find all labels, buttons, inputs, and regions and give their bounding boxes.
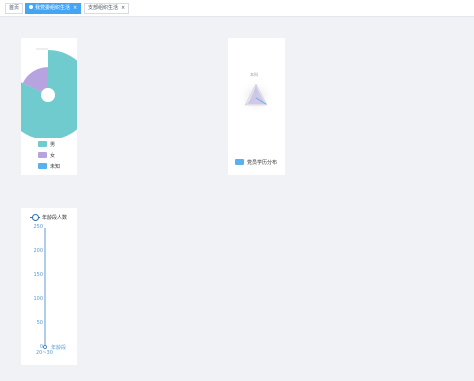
x-tick-label: 20~30 [36, 350, 53, 356]
line-data-point[interactable] [43, 345, 47, 349]
tab-party-committee-life[interactable]: 我党委组织生活 × [25, 3, 82, 14]
tab-home[interactable]: 首页 [5, 3, 24, 14]
legend-item-female[interactable]: 女 [38, 152, 55, 159]
tab-branch-life[interactable]: 支部组织生活 × [84, 3, 130, 14]
close-icon[interactable]: × [73, 5, 77, 11]
legend-item-unknown[interactable]: 未知 [38, 163, 60, 170]
age-line-chart [43, 228, 47, 349]
active-dot-icon [29, 5, 33, 9]
gender-pie-chart [21, 48, 77, 138]
education-radar-chart [238, 79, 274, 115]
legend-item-male[interactable]: 男 [38, 141, 55, 148]
age-chart-panel: 年龄段人数 250 200 150 100 50 0 年龄段 20~30 [21, 208, 77, 365]
legend-item-education[interactable]: 党员学历分布 [235, 159, 277, 167]
tag-view-bar: 首页 我党委组织生活 × 支部组织生活 × [0, 0, 474, 17]
x-axis-name: 年龄段 [51, 345, 67, 351]
gender-chart-panel: 男 女 未知 [21, 38, 77, 175]
pie-hole [41, 88, 55, 102]
close-icon[interactable]: × [121, 5, 125, 11]
education-chart-panel: 本科 党员学历分布 [228, 38, 285, 175]
